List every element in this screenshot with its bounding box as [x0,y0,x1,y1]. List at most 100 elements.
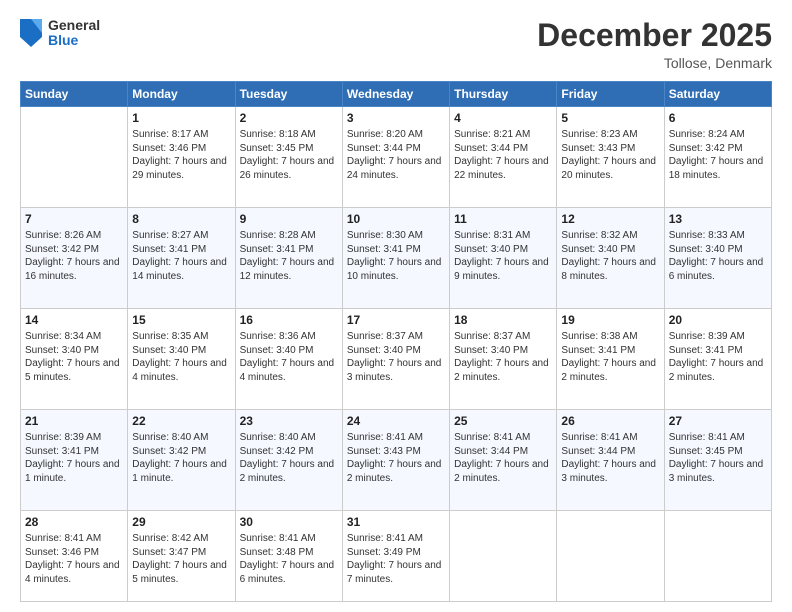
logo-text: General Blue [48,18,100,49]
day-number: 5 [561,110,659,126]
daylight-text: Daylight: 7 hours and 20 minutes. [561,156,656,181]
day-number: 4 [454,110,552,126]
calendar-cell: 28Sunrise: 8:41 AMSunset: 3:46 PMDayligh… [21,511,128,602]
daylight-text: Daylight: 7 hours and 26 minutes. [240,156,335,181]
day-number: 10 [347,211,445,227]
calendar-cell: 23Sunrise: 8:40 AMSunset: 3:42 PMDayligh… [235,410,342,511]
sunrise-text: Sunrise: 8:39 AM [669,331,745,342]
day-number: 31 [347,514,445,530]
weekday-header-friday: Friday [557,82,664,107]
sunrise-text: Sunrise: 8:37 AM [454,331,530,342]
sunrise-text: Sunrise: 8:41 AM [561,432,637,443]
daylight-text: Daylight: 7 hours and 10 minutes. [347,257,442,282]
daylight-text: Daylight: 7 hours and 4 minutes. [132,358,227,383]
day-number: 13 [669,211,767,227]
sunset-text: Sunset: 3:45 PM [669,446,743,457]
logo-icon [20,19,42,47]
daylight-text: Daylight: 7 hours and 14 minutes. [132,257,227,282]
sunrise-text: Sunrise: 8:33 AM [669,230,745,241]
daylight-text: Daylight: 7 hours and 3 minutes. [669,459,764,484]
sunset-text: Sunset: 3:48 PM [240,547,314,558]
logo: General Blue [20,18,100,49]
calendar-cell: 5 Sunrise: 8:23 AM Sunset: 3:43 PM Daylight… [557,107,664,208]
calendar-cell: 11Sunrise: 8:31 AMSunset: 3:40 PMDayligh… [450,208,557,309]
sunrise-text: Sunrise: 8:41 AM [669,432,745,443]
calendar-cell: 13Sunrise: 8:33 AMSunset: 3:40 PMDayligh… [664,208,771,309]
daylight-text: Daylight: 7 hours and 1 minute. [25,459,120,484]
sunset-text: Sunset: 3:49 PM [347,547,421,558]
daylight-text: Daylight: 7 hours and 2 minutes. [561,358,656,383]
daylight-text: Daylight: 7 hours and 5 minutes. [132,560,227,585]
sunrise-text: Sunrise: 8:34 AM [25,331,101,342]
calendar-cell: 19Sunrise: 8:38 AMSunset: 3:41 PMDayligh… [557,309,664,410]
day-number: 17 [347,312,445,328]
sunset-text: Sunset: 3:41 PM [669,345,743,356]
calendar-table: SundayMondayTuesdayWednesdayThursdayFrid… [20,81,772,602]
day-number: 14 [25,312,123,328]
daylight-text: Daylight: 7 hours and 29 minutes. [132,156,227,181]
day-number: 25 [454,413,552,429]
calendar-cell [557,511,664,602]
sunset-text: Sunset: 3:41 PM [240,244,314,255]
calendar-cell: 16Sunrise: 8:36 AMSunset: 3:40 PMDayligh… [235,309,342,410]
calendar-cell: 1Sunrise: 8:17 AMSunset: 3:46 PMDaylight… [128,107,235,208]
daylight-text: Daylight: 7 hours and 6 minutes. [669,257,764,282]
calendar-cell [450,511,557,602]
calendar-cell: 12Sunrise: 8:32 AMSunset: 3:40 PMDayligh… [557,208,664,309]
daylight-text: Daylight: 7 hours and 2 minutes. [454,358,549,383]
daylight-text: Daylight: 7 hours and 7 minutes. [347,560,442,585]
day-number: 15 [132,312,230,328]
day-number: 20 [669,312,767,328]
day-number: 2 [240,110,338,126]
calendar-cell: 20 Sunrise: 8:39 AM Sunset: 3:41 PM Dayligh… [664,309,771,410]
sunset-text: Sunset: 3:47 PM [132,547,206,558]
daylight-text: Daylight: 7 hours and 18 minutes. [669,156,764,181]
sunset-text: Sunset: 3:43 PM [561,143,635,154]
sunset-text: Sunset: 3:41 PM [347,244,421,255]
calendar-cell: 6Sunrise: 8:24 AMSunset: 3:42 PMDaylight… [664,107,771,208]
calendar-cell: 30Sunrise: 8:41 AMSunset: 3:48 PMDayligh… [235,511,342,602]
sunrise-text: Sunrise: 8:41 AM [454,432,530,443]
calendar-cell: 15Sunrise: 8:35 AMSunset: 3:40 PMDayligh… [128,309,235,410]
calendar-cell: 8Sunrise: 8:27 AMSunset: 3:41 PMDaylight… [128,208,235,309]
day-number: 6 [669,110,767,126]
sunrise-text: Sunrise: 8:21 AM [454,129,530,140]
calendar-cell [664,511,771,602]
sunset-text: Sunset: 3:41 PM [132,244,206,255]
sunrise-text: Sunrise: 8:23 AM [561,129,637,140]
day-number: 1 [132,110,230,126]
calendar-week-row: 21Sunrise: 8:39 AMSunset: 3:41 PMDayligh… [21,410,772,511]
sunrise-text: Sunrise: 8:36 AM [240,331,316,342]
calendar-cell: 24Sunrise: 8:41 AMSunset: 3:43 PMDayligh… [342,410,449,511]
sunrise-text: Sunrise: 8:37 AM [347,331,423,342]
sunset-text: Sunset: 3:44 PM [454,446,528,457]
daylight-text: Daylight: 7 hours and 8 minutes. [561,257,656,282]
daylight-text: Daylight: 7 hours and 3 minutes. [347,358,442,383]
sunrise-text: Sunrise: 8:30 AM [347,230,423,241]
daylight-text: Daylight: 7 hours and 2 minutes. [454,459,549,484]
calendar-cell: 31Sunrise: 8:41 AMSunset: 3:49 PMDayligh… [342,511,449,602]
calendar-cell: 26Sunrise: 8:41 AMSunset: 3:44 PMDayligh… [557,410,664,511]
weekday-header-row: SundayMondayTuesdayWednesdayThursdayFrid… [21,82,772,107]
sunset-text: Sunset: 3:44 PM [347,143,421,154]
sunrise-text: Sunrise: 8:31 AM [454,230,530,241]
calendar-week-row: 1Sunrise: 8:17 AMSunset: 3:46 PMDaylight… [21,107,772,208]
calendar-cell: 9Sunrise: 8:28 AMSunset: 3:41 PMDaylight… [235,208,342,309]
sunrise-text: Sunrise: 8:32 AM [561,230,637,241]
sunset-text: Sunset: 3:40 PM [454,345,528,356]
daylight-text: Daylight: 7 hours and 9 minutes. [454,257,549,282]
daylight-text: Daylight: 7 hours and 2 minutes. [669,358,764,383]
sunset-text: Sunset: 3:40 PM [347,345,421,356]
daylight-text: Daylight: 7 hours and 24 minutes. [347,156,442,181]
daylight-text: Daylight: 7 hours and 6 minutes. [240,560,335,585]
sunrise-text: Sunrise: 8:26 AM [25,230,101,241]
sunrise-text: Sunrise: 8:38 AM [561,331,637,342]
day-number: 16 [240,312,338,328]
sunrise-text: Sunrise: 8:40 AM [240,432,316,443]
day-number: 18 [454,312,552,328]
weekday-header-wednesday: Wednesday [342,82,449,107]
day-number: 21 [25,413,123,429]
calendar-cell: 7Sunrise: 8:26 AMSunset: 3:42 PMDaylight… [21,208,128,309]
daylight-text: Daylight: 7 hours and 4 minutes. [240,358,335,383]
weekday-header-sunday: Sunday [21,82,128,107]
